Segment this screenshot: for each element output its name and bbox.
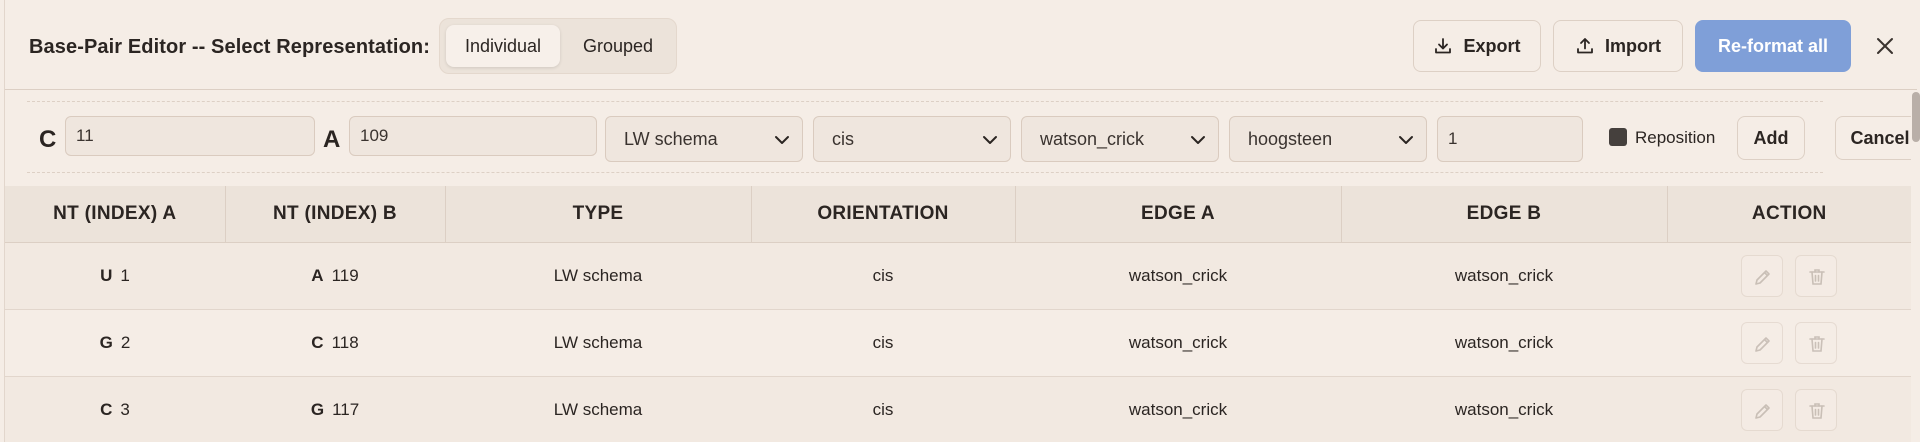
upload-icon xyxy=(1577,38,1593,54)
edge-a-select[interactable]: watson_crick xyxy=(1021,116,1219,162)
cell-nt-a: G2 xyxy=(5,309,225,377)
reposition-label: Reposition xyxy=(1635,128,1716,147)
chevron-down-icon xyxy=(1399,136,1413,144)
import-button[interactable]: Import xyxy=(1553,20,1683,72)
nt-b-index-input[interactable]: 109 xyxy=(349,116,597,156)
type-select[interactable]: LW schema xyxy=(605,116,803,162)
nt-b-index: 117 xyxy=(332,399,360,419)
delete-button[interactable] xyxy=(1795,321,1838,364)
base-pair-editor-panel: Base-Pair Editor -- Select Representatio… xyxy=(4,0,1920,442)
cell-nt-a: C3 xyxy=(5,376,225,442)
close-icon[interactable] xyxy=(1871,32,1899,60)
trash-icon xyxy=(1809,268,1826,285)
cell-nt-b: C 118 xyxy=(225,309,445,377)
cell-nt-b: A 119 xyxy=(225,242,445,310)
export-label: Export xyxy=(1463,35,1521,56)
trash-icon xyxy=(1809,402,1826,419)
cell-actions xyxy=(1667,309,1911,377)
cell-orientation: cis xyxy=(751,309,1015,377)
edit-button[interactable] xyxy=(1740,388,1783,431)
cell-orientation: cis xyxy=(751,242,1015,310)
nt-a-letter: C xyxy=(39,126,57,153)
column-header-type[interactable]: TYPE xyxy=(445,186,752,243)
download-icon xyxy=(1435,38,1452,54)
base-pair-table: NT (INDEX) A NT (INDEX) B TYPE ORIENTATI… xyxy=(5,186,1911,442)
edit-button[interactable] xyxy=(1740,321,1783,364)
cell-edge-b: watson_crick xyxy=(1341,376,1667,442)
orientation-select[interactable]: cis xyxy=(813,116,1011,162)
cell-orientation: cis xyxy=(751,376,1015,442)
nt-a-index: 1 xyxy=(120,265,130,285)
chevron-down-icon xyxy=(775,136,789,144)
cell-actions xyxy=(1667,242,1911,310)
pencil-icon xyxy=(1754,336,1770,352)
edge-b-select[interactable]: hoogsteen xyxy=(1229,116,1427,162)
export-button[interactable]: Export xyxy=(1413,20,1541,72)
representation-toggle: Individual Grouped xyxy=(439,18,677,74)
scrollbar-thumb[interactable] xyxy=(1912,92,1920,142)
orientation-select-value: cis xyxy=(832,129,854,149)
table-header-row: NT (INDEX) A NT (INDEX) B TYPE ORIENTATI… xyxy=(5,186,1911,243)
cell-type: LW schema xyxy=(445,309,751,377)
chevron-down-icon xyxy=(1191,136,1205,144)
table-row: U1 A 119 LW schema cis watson_crick watso… xyxy=(5,242,1911,310)
nt-a-index: 2 xyxy=(120,332,131,352)
nt-a-base: C xyxy=(100,399,113,419)
reformat-all-button[interactable]: Re-format all xyxy=(1695,20,1851,72)
chevron-down-icon xyxy=(983,136,997,144)
editor-header: Base-Pair Editor -- Select Representatio… xyxy=(5,0,1917,90)
representation-grouped-option[interactable]: Grouped xyxy=(564,25,672,67)
column-header-action: ACTION xyxy=(1667,186,1911,243)
nt-b-index: 118 xyxy=(331,332,359,352)
import-label: Import xyxy=(1605,35,1661,56)
cancel-button[interactable]: Cancel xyxy=(1835,116,1920,160)
edit-button[interactable] xyxy=(1740,254,1783,297)
nt-a-base: U xyxy=(100,265,113,285)
table-row: G2 C 118 LW schema cis watson_crick watso… xyxy=(5,309,1911,377)
edge-b-select-value: hoogsteen xyxy=(1248,129,1333,149)
nt-a-index: 3 xyxy=(120,399,130,419)
nt-b-index: 119 xyxy=(331,265,359,285)
column-header-nt-a[interactable]: NT (INDEX) A xyxy=(5,186,226,243)
nt-a-index-input[interactable]: 11 xyxy=(65,116,315,156)
nt-b-base: C xyxy=(311,332,324,352)
cell-edge-a: watson_crick xyxy=(1015,242,1341,310)
scrollbar-track[interactable] xyxy=(1911,90,1920,442)
form-divider-bottom xyxy=(27,172,1823,173)
nt-b-base: A xyxy=(311,265,324,285)
type-select-value: LW schema xyxy=(624,129,718,149)
add-button[interactable]: Add xyxy=(1737,116,1805,160)
cell-type: LW schema xyxy=(445,242,751,310)
column-header-orientation[interactable]: ORIENTATION xyxy=(751,186,1016,243)
cell-edge-b: watson_crick xyxy=(1341,242,1667,310)
cell-nt-b: G 117 xyxy=(225,376,445,442)
nt-b-letter: A xyxy=(323,126,341,153)
representation-individual-option[interactable]: Individual xyxy=(446,25,560,67)
cell-nt-a: U1 xyxy=(5,242,225,310)
table-row: C3 G 117 LW schema cis watson_crick watso… xyxy=(5,376,1911,442)
cell-edge-a: watson_crick xyxy=(1015,376,1341,442)
nt-a-base: G xyxy=(99,332,113,352)
cell-actions xyxy=(1667,376,1911,442)
cell-type: LW schema xyxy=(445,376,751,442)
column-header-edge-b[interactable]: EDGE B xyxy=(1341,186,1668,243)
count-input[interactable]: 1 xyxy=(1437,116,1583,162)
cell-edge-a: watson_crick xyxy=(1015,309,1341,377)
pencil-icon xyxy=(1754,403,1770,419)
delete-button[interactable] xyxy=(1795,388,1838,431)
edge-a-select-value: watson_crick xyxy=(1040,129,1145,149)
delete-button[interactable] xyxy=(1795,254,1838,297)
nt-b-base: G xyxy=(310,399,325,419)
reposition-checkbox[interactable] xyxy=(1609,128,1627,146)
column-header-nt-b[interactable]: NT (INDEX) B xyxy=(225,186,446,243)
column-header-edge-a[interactable]: EDGE A xyxy=(1015,186,1342,243)
pencil-icon xyxy=(1754,269,1770,285)
editor-title: Base-Pair Editor -- Select Representatio… xyxy=(29,36,430,58)
cell-edge-b: watson_crick xyxy=(1341,309,1667,377)
trash-icon xyxy=(1809,335,1826,352)
add-pair-form: C 11 A 109 LW schema cis watson_crick ho… xyxy=(5,100,1920,180)
